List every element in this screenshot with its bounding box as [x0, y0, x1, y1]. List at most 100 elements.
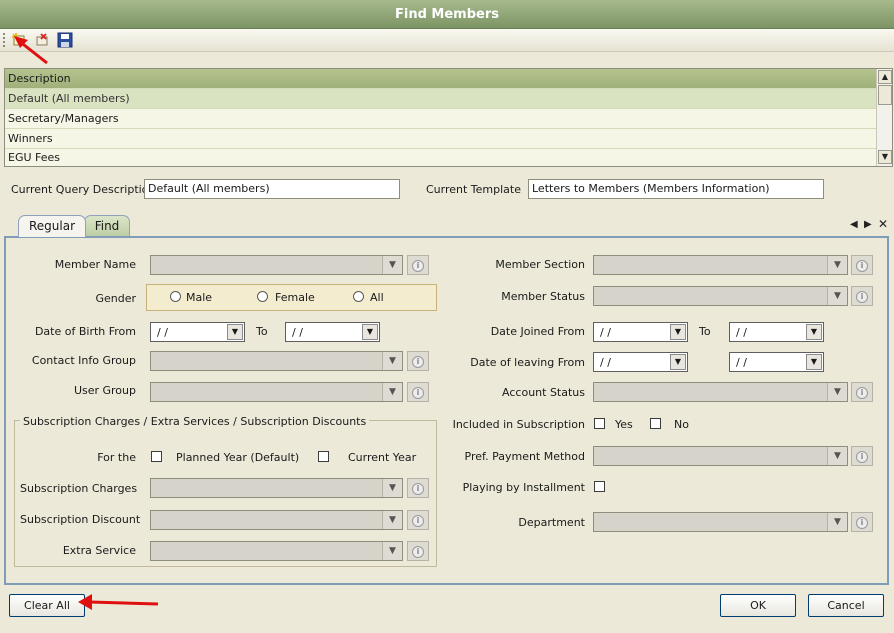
chevron-down-icon[interactable]: ▼ — [827, 256, 847, 274]
subscription-group-title: Subscription Charges / Extra Services / … — [20, 415, 370, 428]
chevron-down-icon[interactable]: ▼ — [670, 354, 686, 370]
member-name-info-button[interactable]: i — [407, 255, 429, 275]
current-template-field[interactable]: Letters to Members (Members Information) — [528, 179, 824, 199]
gender-female-radio[interactable] — [257, 291, 268, 302]
pref-payment-method-combo[interactable]: ▼ — [593, 446, 848, 466]
info-icon: i — [412, 483, 424, 495]
dob-from-date[interactable]: / / ▼ — [150, 322, 245, 342]
scroll-up-icon[interactable]: ▲ — [878, 70, 892, 84]
chevron-down-icon[interactable]: ▼ — [382, 511, 402, 529]
query-list-item[interactable]: EGU Fees — [5, 149, 877, 166]
member-section-info-button[interactable]: i — [851, 255, 873, 275]
department-combo[interactable]: ▼ — [593, 512, 848, 532]
clear-all-button[interactable]: Clear All — [9, 594, 85, 617]
included-no-checkbox[interactable] — [650, 418, 661, 429]
gender-female-label: Female — [275, 291, 315, 304]
chevron-down-icon[interactable]: ▼ — [382, 256, 402, 274]
query-list-item[interactable]: Secretary/Managers — [5, 109, 877, 129]
subscription-charges-combo[interactable]: ▼ — [150, 478, 403, 498]
info-icon: i — [412, 387, 424, 399]
chevron-down-icon[interactable]: ▼ — [382, 479, 402, 497]
chevron-down-icon[interactable]: ▼ — [827, 383, 847, 401]
chevron-down-icon[interactable]: ▼ — [806, 354, 822, 370]
query-list-item[interactable]: Default (All members) — [5, 89, 877, 109]
chevron-down-icon[interactable]: ▼ — [382, 383, 402, 401]
subscription-charges-info-button[interactable]: i — [407, 478, 429, 498]
scroll-thumb[interactable] — [878, 85, 892, 105]
scroll-down-icon[interactable]: ▼ — [878, 150, 892, 164]
chevron-down-icon[interactable]: ▼ — [227, 324, 243, 340]
gender-male-label: Male — [186, 291, 213, 304]
tab-strip: Regular Find ◀ ▶ ✕ — [0, 212, 894, 237]
chevron-down-icon[interactable]: ▼ — [362, 324, 378, 340]
toolbar-grip — [3, 33, 5, 47]
member-status-info-button[interactable]: i — [851, 286, 873, 306]
date-leaving-to-value: / / — [736, 356, 747, 369]
playing-by-installment-checkbox[interactable] — [594, 481, 605, 492]
contact-info-group-info-button[interactable]: i — [407, 351, 429, 371]
query-list-header[interactable]: Description — [5, 69, 877, 89]
current-template-label: Current Template — [426, 183, 522, 196]
dob-from-value: / / — [157, 326, 168, 339]
extra-service-combo[interactable]: ▼ — [150, 541, 403, 561]
tab-next-icon[interactable]: ▶ — [864, 219, 872, 230]
extra-service-info-button[interactable]: i — [407, 541, 429, 561]
member-status-label: Member Status — [501, 290, 585, 303]
chevron-down-icon[interactable]: ▼ — [827, 447, 847, 465]
chevron-down-icon[interactable]: ▼ — [670, 324, 686, 340]
department-label: Department — [518, 516, 585, 529]
tab-close-icon[interactable]: ✕ — [878, 217, 888, 231]
chevron-down-icon[interactable]: ▼ — [827, 513, 847, 531]
dob-to-date[interactable]: / / ▼ — [285, 322, 380, 342]
chevron-down-icon[interactable]: ▼ — [806, 324, 822, 340]
info-icon: i — [856, 451, 868, 463]
ok-button[interactable]: OK — [720, 594, 796, 617]
chevron-down-icon[interactable]: ▼ — [382, 352, 402, 370]
user-group-info-button[interactable]: i — [407, 382, 429, 402]
member-status-combo[interactable]: ▼ — [593, 286, 848, 306]
current-query-label: Current Query Description — [11, 183, 156, 196]
user-group-label: User Group — [73, 384, 136, 397]
extra-service-label: Extra Service — [62, 544, 136, 557]
query-list-scrollbar[interactable]: ▲ ▼ — [876, 69, 892, 166]
cancel-button[interactable]: Cancel — [808, 594, 884, 617]
current-year-checkbox[interactable] — [318, 451, 329, 462]
date-leaving-to-date[interactable]: / / ▼ — [729, 352, 824, 372]
member-section-label: Member Section — [495, 258, 585, 271]
member-name-combo[interactable]: ▼ — [150, 255, 403, 275]
current-year-label: Current Year — [348, 451, 417, 464]
tab-find[interactable]: Find — [84, 215, 130, 237]
tab-prev-icon[interactable]: ◀ — [850, 219, 858, 230]
current-query-field[interactable]: Default (All members) — [144, 179, 400, 199]
subscription-discount-combo[interactable]: ▼ — [150, 510, 403, 530]
account-status-combo[interactable]: ▼ — [593, 382, 848, 402]
included-in-subscription-label: Included in Subscription — [452, 418, 585, 431]
contact-info-group-label: Contact Info Group — [31, 354, 136, 367]
save-icon[interactable] — [57, 32, 73, 48]
planned-year-checkbox[interactable] — [151, 451, 162, 462]
gender-all-radio[interactable] — [353, 291, 364, 302]
dob-to-value: / / — [292, 326, 303, 339]
pref-payment-method-info-button[interactable]: i — [851, 446, 873, 466]
dob-from-label: Date of Birth From — [34, 325, 136, 338]
date-joined-to-date[interactable]: / / ▼ — [729, 322, 824, 342]
chevron-down-icon[interactable]: ▼ — [382, 542, 402, 560]
department-info-button[interactable]: i — [851, 512, 873, 532]
account-status-info-button[interactable]: i — [851, 382, 873, 402]
gender-male-radio[interactable] — [170, 291, 181, 302]
gender-label: Gender — [95, 292, 136, 305]
tab-regular[interactable]: Regular — [18, 215, 86, 237]
query-list-item[interactable]: Winners — [5, 129, 877, 149]
date-joined-from-date[interactable]: / / ▼ — [593, 322, 688, 342]
window-title: Find Members — [0, 0, 894, 29]
date-leaving-from-date[interactable]: / / ▼ — [593, 352, 688, 372]
subscription-discount-info-button[interactable]: i — [407, 510, 429, 530]
user-group-combo[interactable]: ▼ — [150, 382, 403, 402]
included-yes-checkbox[interactable] — [594, 418, 605, 429]
member-section-combo[interactable]: ▼ — [593, 255, 848, 275]
query-list[interactable]: Description Default (All members) Secret… — [4, 68, 893, 167]
contact-info-group-combo[interactable]: ▼ — [150, 351, 403, 371]
date-leaving-from-value: / / — [600, 356, 611, 369]
info-icon: i — [412, 356, 424, 368]
chevron-down-icon[interactable]: ▼ — [827, 287, 847, 305]
